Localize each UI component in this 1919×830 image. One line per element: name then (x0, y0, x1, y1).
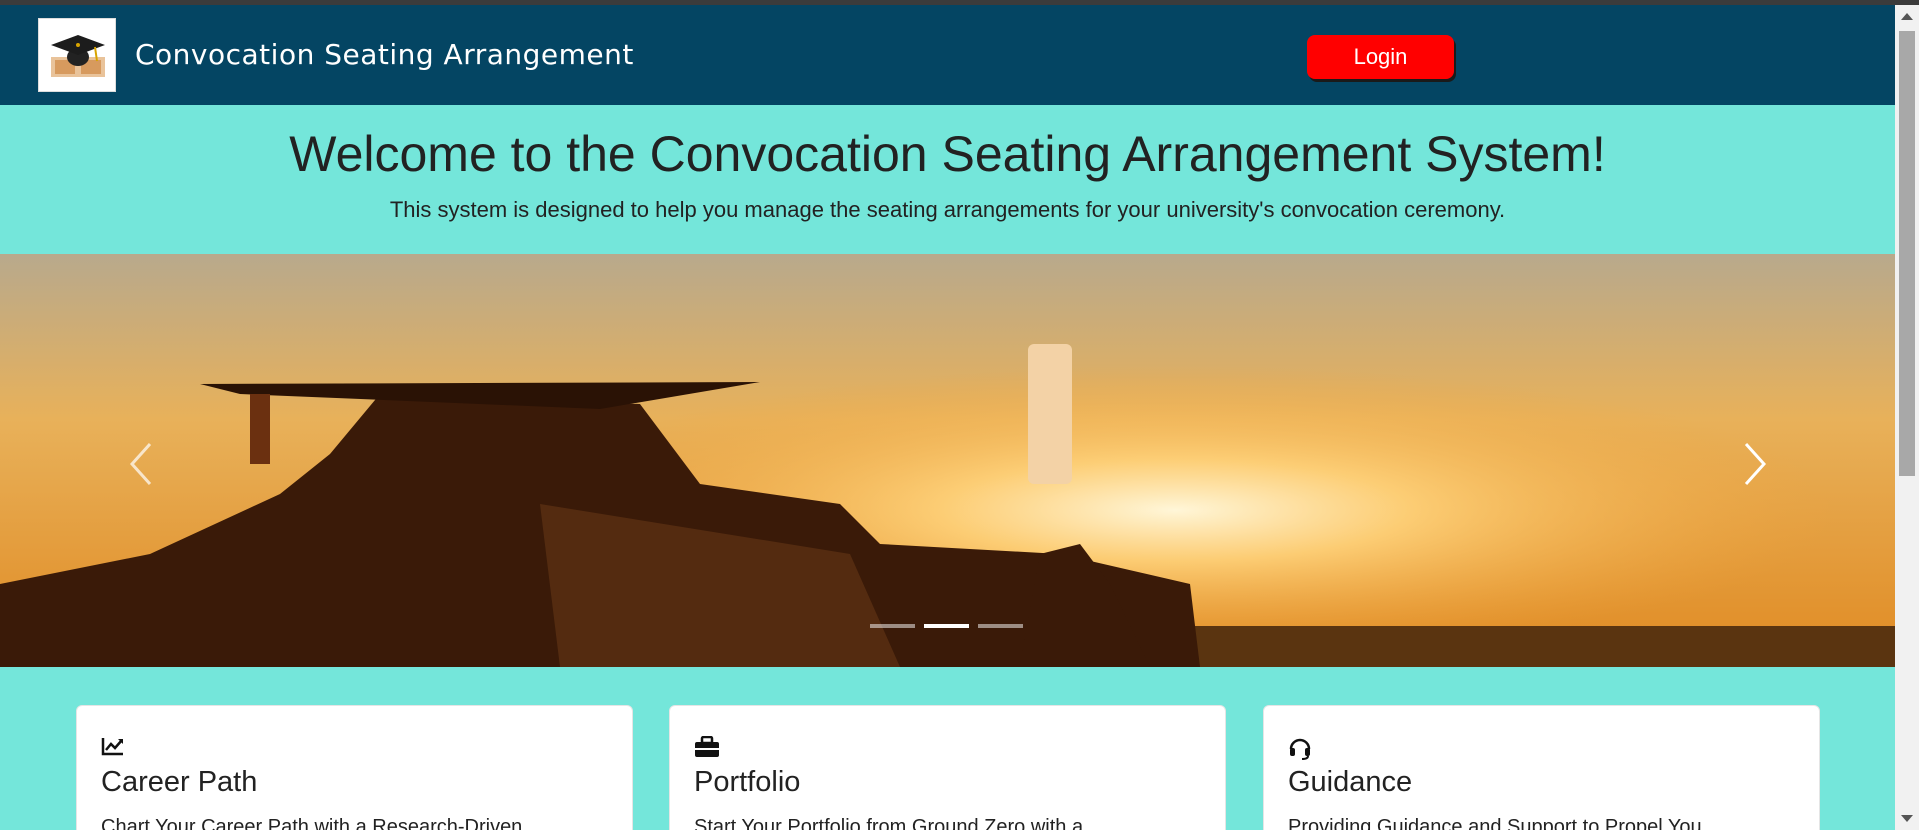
logo[interactable] (38, 18, 116, 92)
chevron-left-icon (129, 442, 152, 486)
welcome-title: Welcome to the Convocation Seating Arran… (289, 126, 1606, 182)
carousel-indicator-1[interactable] (870, 624, 915, 628)
graduation-cap-logo (51, 35, 105, 77)
welcome-banner: Welcome to the Convocation Seating Arran… (0, 105, 1895, 254)
scroll-up-arrow-icon[interactable] (1901, 13, 1913, 20)
graduate-sunset-image (0, 254, 1895, 667)
site-title[interactable]: Convocation Seating Arrangement (135, 38, 634, 71)
welcome-subtitle: This system is designed to help you mana… (389, 197, 1506, 222)
scroll-down-arrow-icon[interactable] (1901, 815, 1913, 822)
carousel-next-button[interactable] (1734, 434, 1774, 494)
feature-card-title: Career Path (101, 766, 258, 798)
image-carousel (0, 254, 1895, 667)
feature-card-title: Portfolio (694, 766, 801, 798)
feature-card-guidance[interactable]: Guidance Providing Guidance and Support … (1263, 705, 1820, 830)
feature-card-portfolio[interactable]: Portfolio Start Your Portfolio from Grou… (669, 705, 1226, 830)
feature-card-title: Guidance (1288, 766, 1413, 798)
briefcase-icon (695, 736, 719, 757)
scroll-thumb[interactable] (1899, 31, 1915, 476)
page-scrollbar[interactable] (1895, 5, 1919, 830)
feature-card-text: Providing Guidance and Support to Propel… (1288, 816, 1702, 830)
feature-card-text: Chart Your Career Path with a Research-D… (101, 816, 523, 830)
navbar: Convocation Seating Arrangement Login (0, 5, 1895, 105)
carousel-indicators (870, 624, 1023, 628)
feature-card-text: Start Your Portfolio from Ground Zero wi… (694, 816, 1084, 830)
carousel-prev-button[interactable] (122, 434, 162, 494)
carousel-indicator-3[interactable] (978, 624, 1023, 628)
headset-icon (1289, 738, 1311, 760)
login-button[interactable]: Login (1307, 35, 1454, 79)
chevron-right-icon (1744, 442, 1767, 486)
feature-cards: Career Path Chart Your Career Path with … (0, 667, 1895, 830)
feature-card-career-path[interactable]: Career Path Chart Your Career Path with … (76, 705, 633, 830)
carousel-indicator-2[interactable] (924, 624, 969, 628)
chart-line-icon (101, 738, 123, 756)
